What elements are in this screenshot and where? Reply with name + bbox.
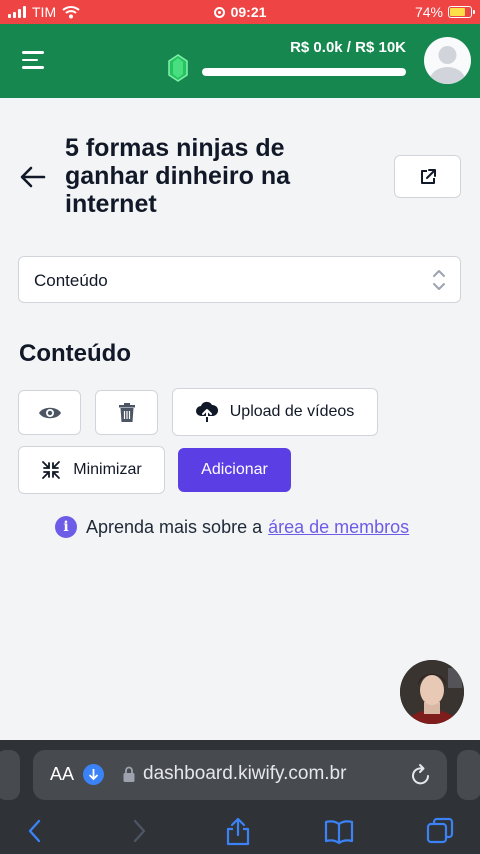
back-arrow-icon[interactable]	[20, 165, 46, 189]
info-icon: i	[55, 516, 77, 538]
clock: 09:21	[0, 4, 480, 20]
screen-recording-icon	[213, 7, 225, 18]
reload-icon[interactable]	[410, 763, 432, 787]
battery-icon	[448, 6, 475, 18]
upload-videos-button[interactable]: Upload de vídeos	[172, 388, 378, 436]
page-title: 5 formas ninjas de ganhar dinheiro na in…	[65, 134, 291, 218]
user-placeholder-icon	[429, 46, 466, 84]
previous-tab-edge[interactable]	[0, 750, 20, 800]
gem-icon	[168, 54, 188, 82]
external-link-icon	[420, 168, 436, 184]
eye-icon	[38, 407, 61, 418]
add-button[interactable]: Adicionar	[178, 448, 291, 492]
back-nav-icon[interactable]	[20, 816, 50, 846]
battery-group: 74%	[414, 4, 475, 20]
address-bar[interactable]: AA dashboard.kiwify.com.br	[33, 750, 447, 800]
trash-icon	[118, 403, 135, 422]
content-select-value: Conteúdo	[34, 271, 108, 290]
members-area-info: i Aprenda mais sobre a área de membros	[55, 516, 409, 538]
revenue-goal-text: R$ 0.0k / R$ 10K	[290, 39, 406, 56]
tabs-icon[interactable]	[425, 816, 455, 846]
members-area-link[interactable]: área de membros	[268, 517, 409, 538]
forward-nav-icon[interactable]	[124, 816, 154, 846]
content-select[interactable]: Conteúdo	[18, 256, 461, 303]
user-avatar[interactable]	[424, 37, 471, 84]
download-arrow-icon	[88, 769, 99, 781]
status-bar: TIM 09:21 74%	[0, 0, 480, 24]
lock-icon	[123, 766, 135, 782]
support-chat-avatar[interactable]	[400, 660, 464, 724]
browser-toolbar	[0, 810, 480, 850]
preview-button[interactable]	[18, 390, 81, 435]
share-icon[interactable]	[223, 816, 253, 846]
support-person-photo	[400, 660, 464, 724]
revenue-progress-bar	[202, 68, 406, 76]
download-indicator-icon[interactable]	[83, 764, 104, 785]
chevron-up-down-icon	[433, 270, 445, 290]
upload-videos-label: Upload de vídeos	[229, 403, 355, 420]
text-size-button[interactable]: AA	[50, 764, 74, 785]
minimize-arrows-icon	[42, 461, 61, 479]
cloud-upload-icon	[195, 401, 218, 423]
battery-percent: 74%	[414, 4, 443, 20]
next-tab-edge[interactable]	[457, 750, 480, 800]
minimize-label: Minimizar	[73, 461, 142, 478]
time-text: 09:21	[230, 4, 267, 20]
url-text: dashboard.kiwify.com.br	[143, 763, 347, 784]
menu-icon[interactable]	[22, 51, 44, 69]
open-external-button[interactable]	[394, 155, 461, 198]
minimize-button[interactable]: Minimizar	[18, 446, 165, 494]
app-header: R$ 0.0k / R$ 10K	[0, 24, 480, 98]
bookmarks-icon[interactable]	[324, 816, 354, 846]
info-text: Aprenda mais sobre a	[86, 516, 263, 537]
browser-bottom-bar: AA dashboard.kiwify.com.br	[0, 740, 480, 854]
section-title: Conteúdo	[19, 340, 131, 367]
delete-button[interactable]	[95, 390, 158, 435]
